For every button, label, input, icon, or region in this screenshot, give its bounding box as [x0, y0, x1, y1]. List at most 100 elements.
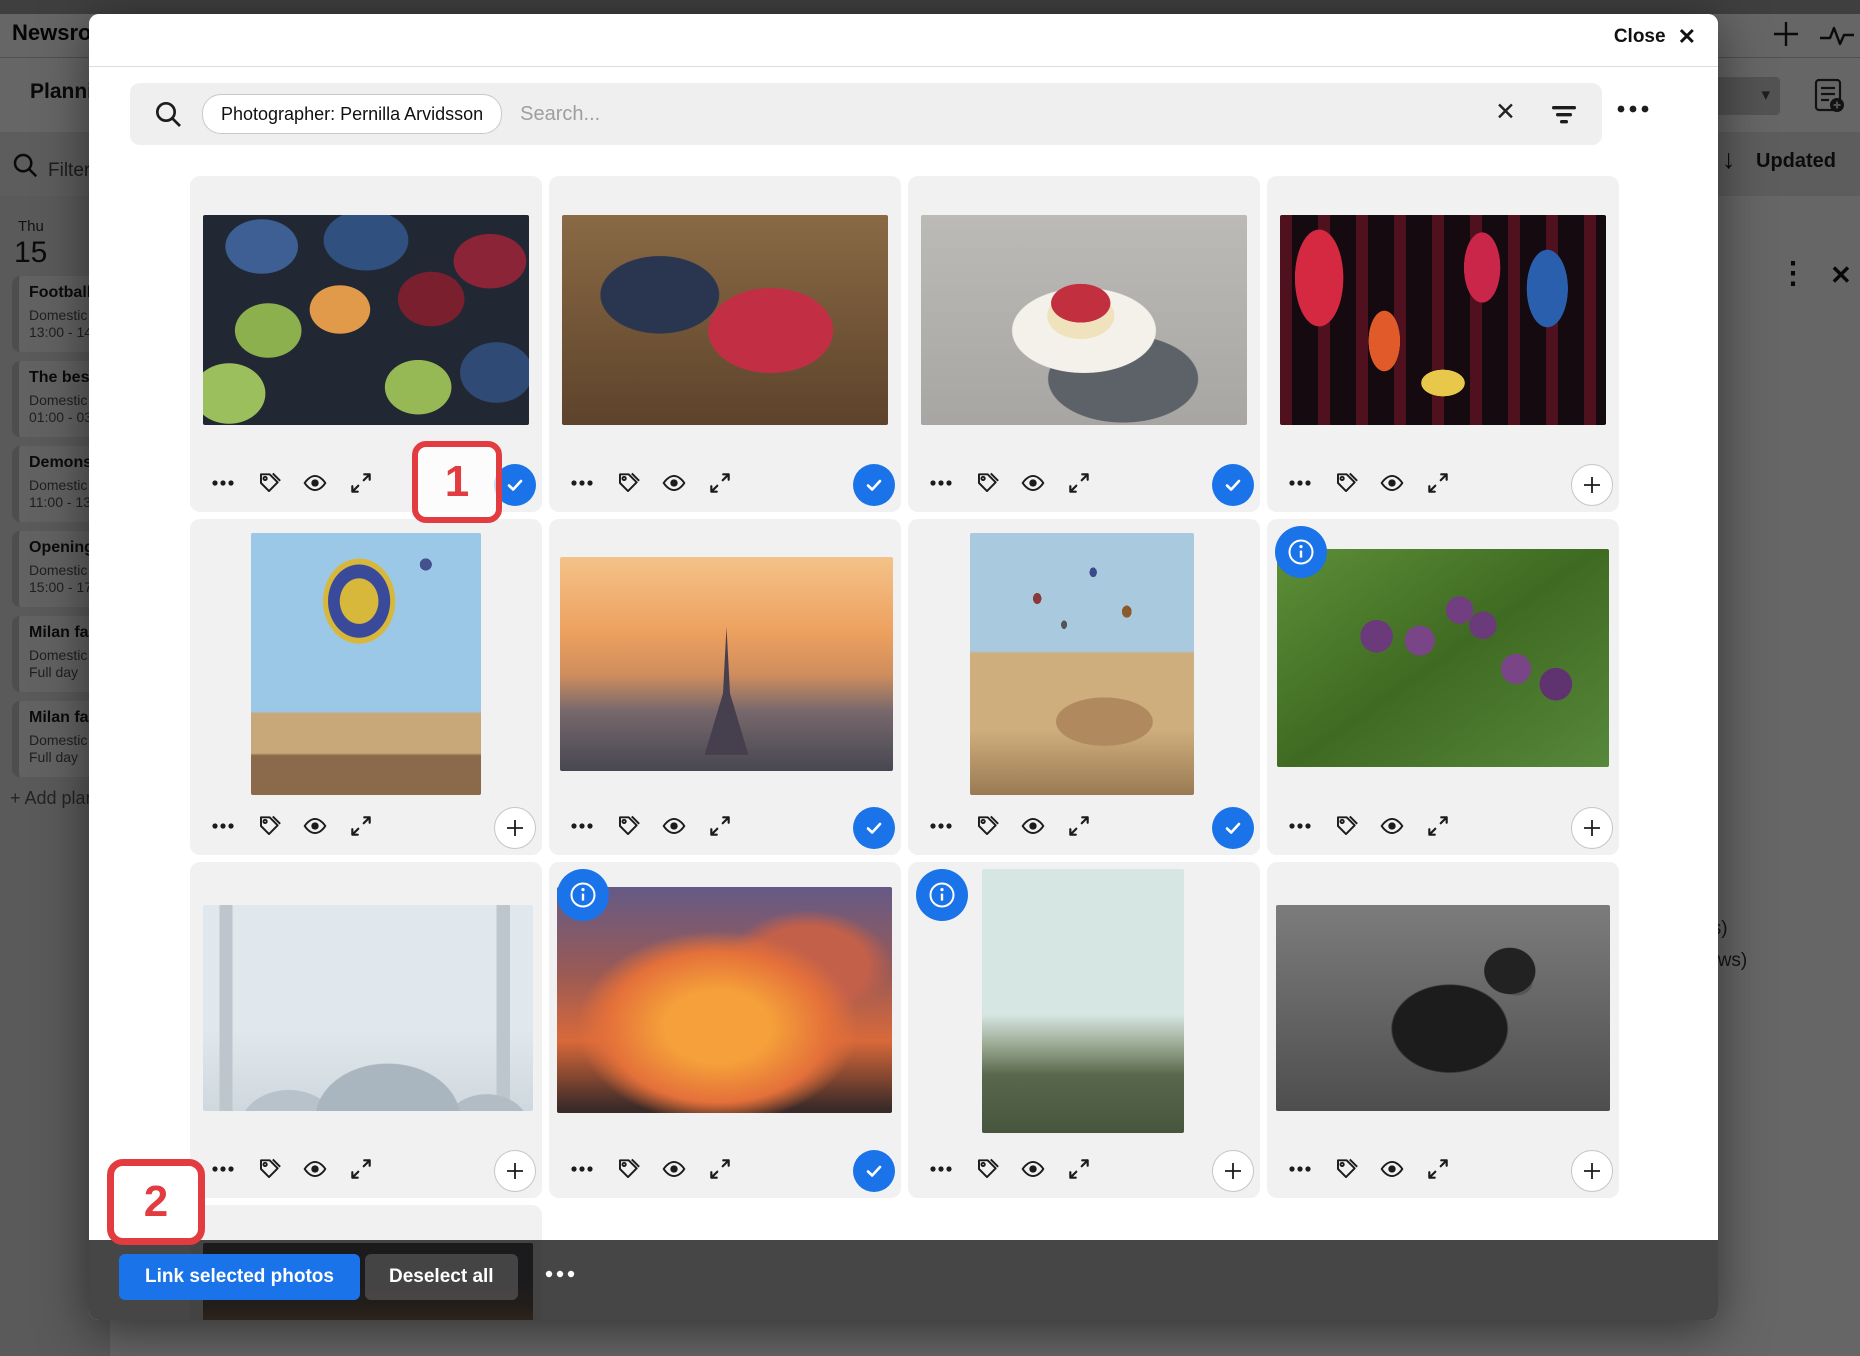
photo-card [190, 862, 542, 1198]
more-options-icon[interactable] [928, 470, 954, 496]
add-photo-button[interactable] [1571, 1150, 1613, 1192]
more-options-icon[interactable] [210, 470, 236, 496]
more-options-icon[interactable] [1287, 470, 1313, 496]
close-icon: ✕ [1678, 26, 1696, 48]
more-options-icon[interactable] [544, 1269, 576, 1279]
eye-icon[interactable] [1020, 1156, 1046, 1182]
expand-icon[interactable] [1425, 470, 1451, 496]
photo-card [549, 862, 901, 1198]
close-label: Close [1614, 26, 1666, 48]
selection-footer: Link selected photos Deselect all [89, 1240, 1718, 1320]
more-options-icon[interactable] [210, 813, 236, 839]
photo-thumbnail[interactable] [203, 215, 529, 425]
photo-card [908, 519, 1260, 855]
more-options-icon[interactable] [569, 470, 595, 496]
add-photo-button[interactable] [1212, 1150, 1254, 1192]
more-options-icon[interactable] [928, 813, 954, 839]
tag-icon[interactable] [256, 813, 282, 839]
tag-icon[interactable] [615, 1156, 641, 1182]
expand-icon[interactable] [1066, 1156, 1092, 1182]
more-options-icon[interactable] [1287, 813, 1313, 839]
clear-search-icon[interactable]: ✕ [1495, 100, 1516, 125]
eye-icon[interactable] [302, 1156, 328, 1182]
expand-icon[interactable] [348, 813, 374, 839]
eye-icon[interactable] [661, 813, 687, 839]
photo-thumbnail[interactable] [1280, 215, 1606, 425]
selected-check-button[interactable] [1212, 807, 1254, 849]
add-photo-button[interactable] [494, 807, 536, 849]
annotation-step-1: 1 [412, 441, 502, 523]
photo-thumbnail[interactable] [557, 887, 892, 1113]
more-options-icon[interactable] [569, 813, 595, 839]
photo-thumbnail[interactable] [251, 533, 481, 795]
link-selected-photos-button[interactable]: Link selected photos [119, 1254, 360, 1300]
eye-icon[interactable] [1020, 813, 1046, 839]
photo-thumbnail[interactable] [921, 215, 1247, 425]
tag-icon[interactable] [1333, 1156, 1359, 1182]
annotation-step-2: 2 [107, 1159, 205, 1245]
selected-check-button[interactable] [853, 1150, 895, 1192]
expand-icon[interactable] [348, 1156, 374, 1182]
photo-thumbnail[interactable] [562, 215, 888, 425]
tag-icon[interactable] [1333, 470, 1359, 496]
photo-card [908, 862, 1260, 1198]
tag-icon[interactable] [256, 470, 282, 496]
photo-thumbnail[interactable] [560, 557, 893, 771]
photo-thumbnail[interactable] [970, 533, 1194, 795]
eye-icon[interactable] [661, 470, 687, 496]
expand-icon[interactable] [707, 813, 733, 839]
add-photo-button[interactable] [494, 1150, 536, 1192]
photo-card [549, 176, 901, 512]
eye-icon[interactable] [1379, 813, 1405, 839]
more-options-icon[interactable] [210, 1156, 236, 1182]
selected-check-button[interactable] [853, 807, 895, 849]
tag-icon[interactable] [615, 813, 641, 839]
photo-picker-modal: Close ✕ Photographer: Pernilla Arvidsson… [89, 14, 1718, 1320]
eye-icon[interactable] [302, 813, 328, 839]
photo-card [1267, 519, 1619, 855]
info-icon[interactable] [557, 869, 609, 921]
photo-card [1267, 176, 1619, 512]
tag-icon[interactable] [1333, 813, 1359, 839]
expand-icon[interactable] [1066, 813, 1092, 839]
photo-card [549, 519, 901, 855]
expand-icon[interactable] [348, 470, 374, 496]
photo-card [190, 519, 542, 855]
more-options-icon[interactable] [569, 1156, 595, 1182]
eye-icon[interactable] [1020, 470, 1046, 496]
selected-check-button[interactable] [1212, 464, 1254, 506]
tag-icon[interactable] [256, 1156, 282, 1182]
info-icon[interactable] [916, 869, 968, 921]
search-bar: Photographer: Pernilla Arvidsson ✕ [130, 83, 1602, 145]
selected-check-button[interactable] [853, 464, 895, 506]
expand-icon[interactable] [1066, 470, 1092, 496]
expand-icon[interactable] [1425, 813, 1451, 839]
search-filter-chip[interactable]: Photographer: Pernilla Arvidsson [202, 94, 502, 134]
tag-icon[interactable] [974, 470, 1000, 496]
eye-icon[interactable] [1379, 470, 1405, 496]
expand-icon[interactable] [707, 1156, 733, 1182]
info-icon[interactable] [1275, 526, 1327, 578]
close-button[interactable]: Close ✕ [1614, 26, 1696, 48]
photo-thumbnail[interactable] [1277, 549, 1609, 767]
photo-thumbnail[interactable] [982, 869, 1184, 1133]
eye-icon[interactable] [661, 1156, 687, 1182]
eye-icon[interactable] [302, 470, 328, 496]
add-photo-button[interactable] [1571, 464, 1613, 506]
expand-icon[interactable] [707, 470, 733, 496]
deselect-all-button[interactable]: Deselect all [365, 1254, 518, 1300]
more-options-button[interactable] [1616, 104, 1650, 114]
tag-icon[interactable] [974, 813, 1000, 839]
photo-thumbnail[interactable] [1276, 905, 1610, 1111]
tag-icon[interactable] [974, 1156, 1000, 1182]
tag-icon[interactable] [615, 470, 641, 496]
filter-icon[interactable] [1550, 105, 1578, 125]
expand-icon[interactable] [1425, 1156, 1451, 1182]
search-input[interactable] [518, 102, 1602, 127]
photo-thumbnail[interactable] [203, 905, 533, 1111]
modal-header: Close ✕ [89, 14, 1718, 67]
eye-icon[interactable] [1379, 1156, 1405, 1182]
add-photo-button[interactable] [1571, 807, 1613, 849]
more-options-icon[interactable] [1287, 1156, 1313, 1182]
more-options-icon[interactable] [928, 1156, 954, 1182]
